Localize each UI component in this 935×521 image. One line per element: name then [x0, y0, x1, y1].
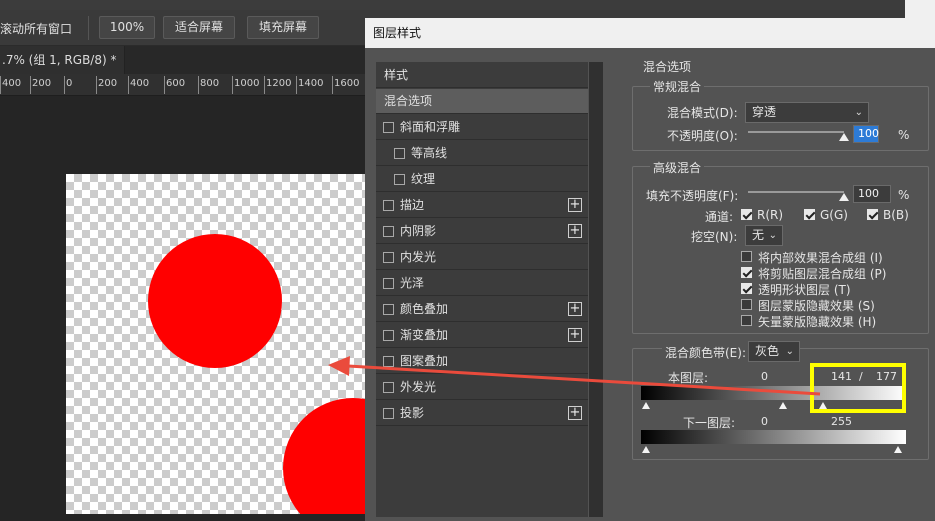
arrow-shaft	[347, 364, 821, 396]
annotation-arrow	[328, 356, 821, 396]
arrow-head	[328, 356, 350, 376]
